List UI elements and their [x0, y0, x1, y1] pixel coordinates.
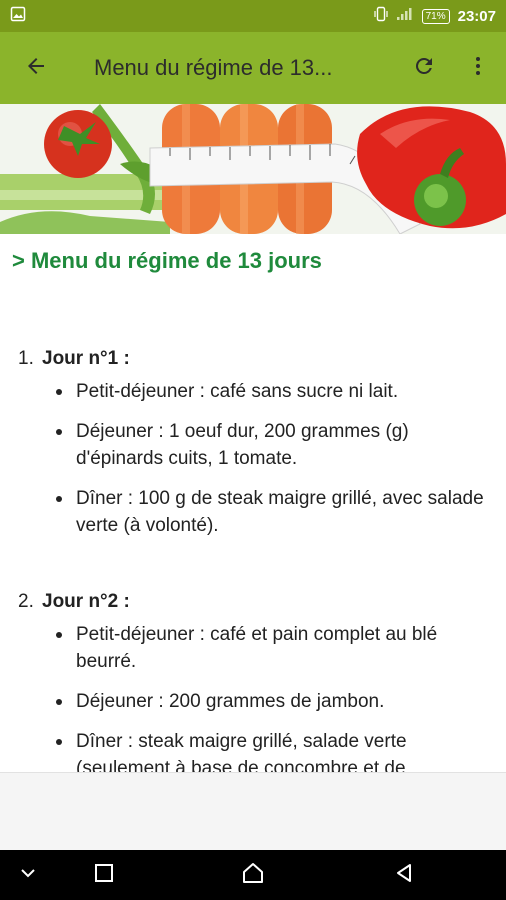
system-nav-bar [0, 850, 506, 900]
vibrate-icon [374, 6, 388, 26]
nav-hide-button[interactable] [8, 855, 48, 895]
home-icon [241, 861, 265, 890]
list-item: Dîner : 100 g de steak maigre grillé, av… [52, 485, 494, 539]
day-section: 2. Jour n°2 : Petit-déjeuner : café et p… [12, 589, 494, 772]
back-button[interactable] [0, 32, 72, 104]
arrow-back-icon [24, 54, 48, 83]
day-label: Jour n°2 : [42, 591, 130, 612]
meal-list: Petit-déjeuner : café et pain complet au… [52, 621, 494, 772]
battery-icon: 71% [421, 8, 450, 24]
day-title: 1. Jour n°1 : [12, 346, 494, 372]
status-bar: 71% 23:07 [0, 0, 506, 32]
list-item: Petit-déjeuner : café et pain complet au… [52, 621, 494, 675]
content-heading: > Menu du régime de 13 jours [12, 248, 322, 273]
day-label: Jour n°1 : [42, 348, 130, 369]
more-options-button[interactable] [456, 46, 500, 90]
list-item: Dîner : steak maigre grillé, salade vert… [52, 728, 494, 772]
meal-list: Petit-déjeuner : café sans sucre ni lait… [52, 378, 494, 539]
refresh-icon [412, 54, 436, 83]
banner-image [0, 104, 506, 234]
list-item: Déjeuner : 200 grammes de jambon. [52, 688, 494, 715]
gallery-notification-icon [10, 6, 26, 26]
page-title: Menu du régime de 13... [94, 55, 333, 80]
list-item: Petit-déjeuner : café sans sucre ni lait… [52, 378, 494, 405]
square-icon [94, 863, 114, 888]
nav-recents-button[interactable] [84, 855, 124, 895]
signal-icon [396, 7, 414, 25]
chevron-down-icon [19, 864, 37, 887]
bottom-panel [0, 772, 506, 850]
refresh-button[interactable] [402, 46, 446, 90]
content-area[interactable]: > Menu du régime de 13 jours 1. Jour n°1… [0, 234, 506, 772]
day-title: 2. Jour n°2 : [12, 589, 494, 615]
nav-home-button[interactable] [233, 855, 273, 895]
more-vert-icon [466, 54, 490, 83]
day-number: 2. [18, 591, 34, 612]
triangle-back-icon [393, 862, 415, 889]
nav-back-button[interactable] [384, 855, 424, 895]
day-section: 1. Jour n°1 : Petit-déjeuner : café sans… [12, 346, 494, 539]
list-item: Déjeuner : 1 oeuf dur, 200 grammes (g) d… [52, 418, 494, 472]
day-number: 1. [18, 348, 34, 369]
app-bar: Menu du régime de 13... [0, 32, 506, 104]
status-time: 23:07 [457, 7, 496, 25]
